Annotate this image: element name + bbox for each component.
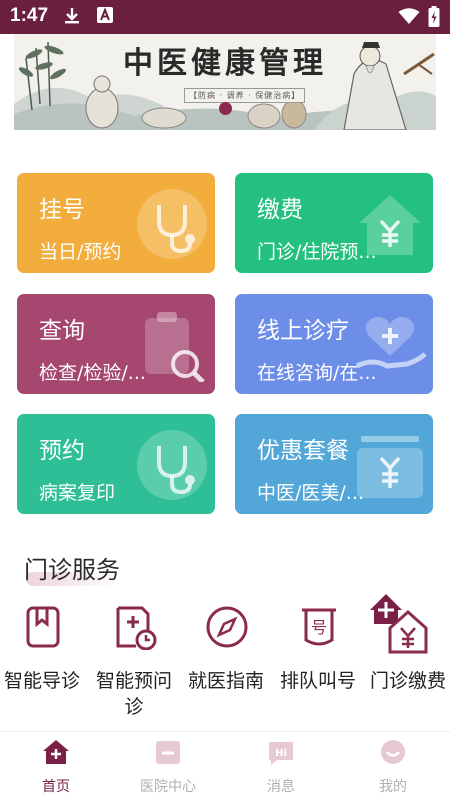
compass-icon bbox=[206, 606, 248, 648]
card-title: 预约 bbox=[39, 438, 85, 464]
card-subtitle: 中医/医美/... bbox=[257, 482, 364, 504]
banner[interactable]: 中医健康管理 【防病 · 调养 · 保健治病】 bbox=[14, 34, 436, 130]
service-queue-call[interactable]: 号 排队叫号 bbox=[272, 604, 364, 714]
card-title: 缴费 bbox=[257, 197, 303, 223]
card-title: 优惠套餐 bbox=[257, 438, 349, 464]
card-registration[interactable]: 挂号 当日/预约 bbox=[17, 173, 215, 273]
service-smart-guide[interactable]: 智能导诊 bbox=[0, 604, 88, 714]
yen-box-icon bbox=[357, 436, 423, 498]
service-outpatient-payment[interactable]: 门诊缴费 bbox=[362, 594, 450, 714]
svg-text:Hi: Hi bbox=[275, 748, 287, 759]
service-label: 智能导诊 bbox=[3, 670, 80, 692]
tab-hospital-center[interactable]: 医院中心 bbox=[112, 732, 224, 797]
section-title: 门诊服务 bbox=[24, 556, 120, 584]
document-clock-icon bbox=[116, 606, 157, 650]
svg-text:号: 号 bbox=[311, 618, 327, 637]
service-label: 门诊缴费 bbox=[369, 670, 446, 692]
stethoscope-icon bbox=[137, 189, 207, 259]
tab-label: 消息 bbox=[267, 779, 295, 795]
tab-home[interactable]: 首页 bbox=[0, 732, 112, 797]
profile-icon bbox=[381, 740, 405, 764]
card-subtitle: 门诊/住院预... bbox=[257, 241, 377, 263]
house-yen-icon bbox=[370, 594, 428, 654]
service-label: 就医指南 bbox=[187, 670, 264, 692]
card-query[interactable]: 查询 检查/检验/... bbox=[17, 294, 215, 394]
hospital-icon bbox=[156, 741, 180, 764]
card-subtitle: 检查/检验/... bbox=[39, 362, 146, 384]
service-medical-guide[interactable]: 就医指南 bbox=[180, 604, 272, 714]
card-subtitle: 当日/预约 bbox=[39, 241, 122, 263]
card-payment[interactable]: 缴费 门诊/住院预... bbox=[235, 173, 433, 273]
banner-indicator-dot[interactable] bbox=[219, 102, 232, 115]
status-time: 1:47 bbox=[10, 5, 49, 26]
download-icon bbox=[65, 8, 79, 24]
card-subtitle: 病案复印 bbox=[39, 482, 116, 504]
message-icon: Hi bbox=[269, 742, 293, 765]
tab-label: 医院中心 bbox=[140, 779, 196, 795]
service-label: 智能预问诊 bbox=[95, 670, 172, 718]
card-title: 线上诊疗 bbox=[257, 318, 349, 344]
tab-label: 首页 bbox=[42, 779, 70, 795]
card-discount-package[interactable]: 优惠套餐 中医/医美/... bbox=[235, 414, 433, 514]
outpatient-section-header: 门诊服务 bbox=[24, 550, 120, 586]
card-title: 挂号 bbox=[39, 197, 85, 223]
banner-title: 中医健康管理 bbox=[123, 46, 327, 81]
number-ticket-icon: 号 bbox=[302, 608, 336, 646]
card-subtitle: 在线咨询/在... bbox=[257, 362, 377, 384]
status-bar: 1:47 bbox=[0, 0, 450, 34]
tab-profile[interactable]: 我的 bbox=[337, 732, 449, 797]
bookmark-icon bbox=[26, 606, 60, 648]
clipboard-search-icon bbox=[145, 312, 205, 382]
card-online-treatment[interactable]: 线上诊疗 在线咨询/在... bbox=[235, 294, 433, 394]
stethoscope-icon bbox=[137, 430, 207, 500]
service-smart-pre-consult[interactable]: 智能预问诊 bbox=[88, 604, 180, 718]
tab-messages[interactable]: Hi 消息 bbox=[225, 732, 337, 797]
battery-icon bbox=[428, 6, 440, 27]
card-title: 查询 bbox=[39, 318, 85, 344]
home-icon bbox=[43, 740, 69, 764]
notification-a-icon bbox=[97, 7, 113, 23]
bottom-tab-bar: 首页 医院中心 Hi 消息 我的 bbox=[0, 731, 450, 797]
tab-label: 我的 bbox=[379, 779, 407, 795]
wifi-icon bbox=[398, 8, 420, 24]
card-appointment[interactable]: 预约 病案复印 bbox=[17, 414, 215, 514]
service-label: 排队叫号 bbox=[279, 670, 356, 692]
banner-subtitle: 【防病 · 调养 · 保健治病】 bbox=[184, 88, 306, 103]
